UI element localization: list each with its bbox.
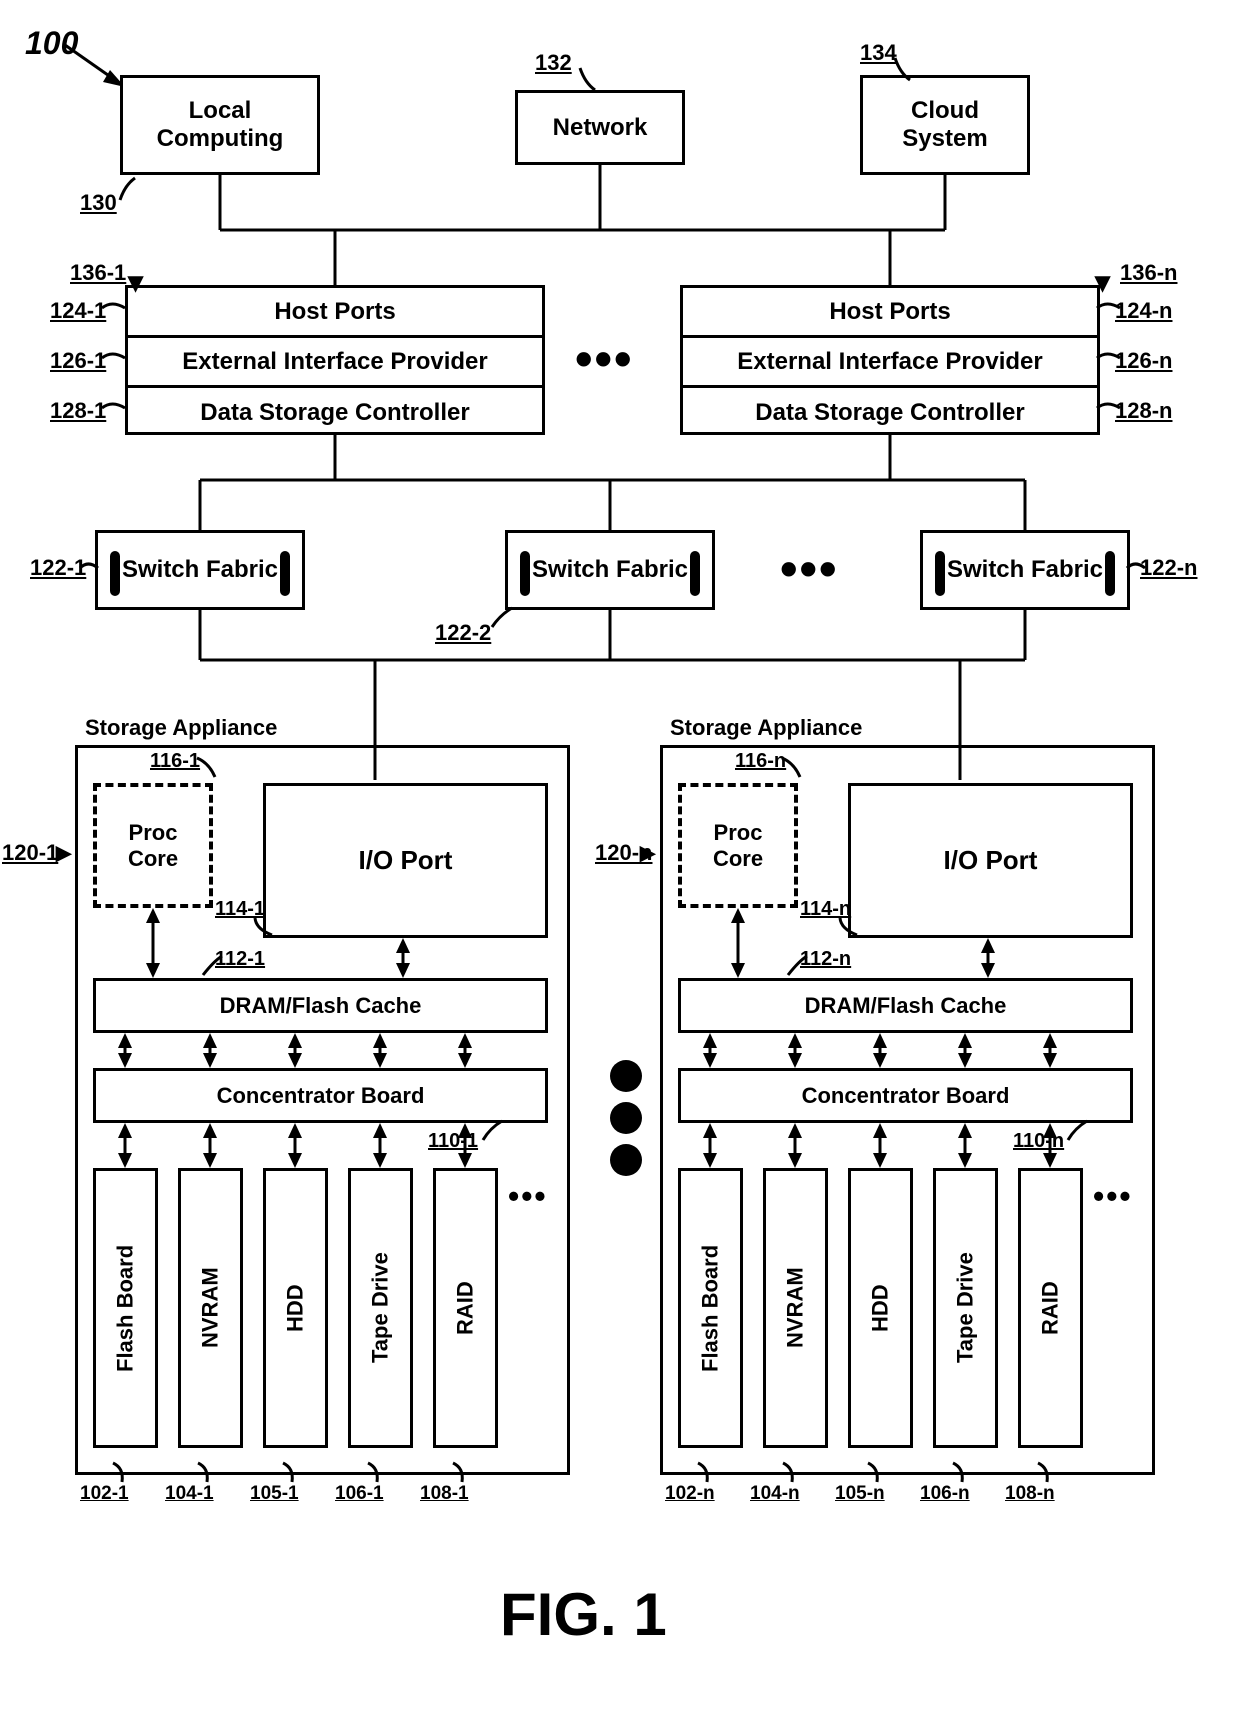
- ellipsis-switches: •••: [780, 540, 839, 598]
- controller-stack-n: Host Ports External Interface Provider D…: [680, 285, 1100, 435]
- ref-105-1: 105-1: [250, 1483, 299, 1505]
- diagram-container: 100 Local Computing Network Cloud System…: [20, 20, 1220, 1690]
- ref-110-1: 110-1: [428, 1130, 478, 1153]
- io-port-1: I/O Port: [263, 783, 548, 938]
- ref-116-n: 116-n: [735, 750, 786, 773]
- ref-105-n: 105-n: [835, 1483, 885, 1505]
- ref-122-n: 122-n: [1140, 555, 1197, 581]
- ref-122-2: 122-2: [435, 620, 491, 646]
- host-ports-1: Host Ports: [128, 288, 542, 338]
- appliance-title-1: Storage Appliance: [85, 715, 277, 741]
- ref-136-n: 136-n: [1120, 260, 1177, 286]
- concentrator-n: Concentrator Board: [678, 1068, 1133, 1123]
- host-ports-n: Host Ports: [683, 288, 1097, 338]
- switch-fabric-n: Switch Fabric: [920, 530, 1130, 610]
- ref-126-1: 126-1: [50, 348, 106, 374]
- proc-core-1: Proc Core: [93, 783, 213, 908]
- raid-n: RAID: [1018, 1168, 1083, 1448]
- ref-104-n: 104-n: [750, 1483, 800, 1505]
- ellipsis-storage-1: •••: [508, 1178, 548, 1215]
- nvram-n: NVRAM: [763, 1168, 828, 1448]
- tape-1: Tape Drive: [348, 1168, 413, 1448]
- cloud-system-box: Cloud System: [860, 75, 1030, 175]
- ellipsis-controllers: •••: [575, 330, 634, 388]
- switch-fabric-1: Switch Fabric: [95, 530, 305, 610]
- ext-if-1: External Interface Provider: [128, 338, 542, 388]
- ref-108-1: 108-1: [420, 1483, 469, 1505]
- ref-102-n: 102-n: [665, 1483, 715, 1505]
- network-box: Network: [515, 90, 685, 165]
- nvram-1: NVRAM: [178, 1168, 243, 1448]
- ref-108-n: 108-n: [1005, 1483, 1055, 1505]
- ref-116-1: 116-1: [150, 750, 200, 773]
- local-computing-box: Local Computing: [120, 75, 320, 175]
- ref-102-1: 102-1: [80, 1483, 129, 1505]
- storage-appliance-1: Proc Core I/O Port DRAM/Flash Cache Conc…: [75, 745, 570, 1475]
- ellipsis-storage-n: •••: [1093, 1178, 1133, 1215]
- ref-106-1: 106-1: [335, 1483, 384, 1505]
- concentrator-1: Concentrator Board: [93, 1068, 548, 1123]
- switch-fabric-2: Switch Fabric: [505, 530, 715, 610]
- ref-106-n: 106-n: [920, 1483, 970, 1505]
- ref-136-1: 136-1: [70, 260, 126, 286]
- io-port-n: I/O Port: [848, 783, 1133, 938]
- flash-board-n: Flash Board: [678, 1168, 743, 1448]
- dsc-1: Data Storage Controller: [128, 388, 542, 438]
- tape-n: Tape Drive: [933, 1168, 998, 1448]
- dsc-n: Data Storage Controller: [683, 388, 1097, 438]
- ref-128-1: 128-1: [50, 398, 106, 424]
- ref-130: 130: [80, 190, 117, 216]
- figure-caption: FIG. 1: [500, 1580, 667, 1649]
- ellipsis-appliances: [610, 1050, 642, 1186]
- cache-n: DRAM/Flash Cache: [678, 978, 1133, 1033]
- hdd-n: HDD: [848, 1168, 913, 1448]
- figure-ref: 100: [25, 25, 78, 62]
- ref-110-n: 110-n: [1013, 1130, 1064, 1153]
- ref-104-1: 104-1: [165, 1483, 214, 1505]
- storage-appliance-n: Proc Core I/O Port DRAM/Flash Cache Conc…: [660, 745, 1155, 1475]
- controller-stack-1: Host Ports External Interface Provider D…: [125, 285, 545, 435]
- hdd-1: HDD: [263, 1168, 328, 1448]
- ext-if-n: External Interface Provider: [683, 338, 1097, 388]
- flash-board-1: Flash Board: [93, 1168, 158, 1448]
- appliance-title-n: Storage Appliance: [670, 715, 862, 741]
- ref-124-1: 124-1: [50, 298, 106, 324]
- cache-1: DRAM/Flash Cache: [93, 978, 548, 1033]
- ref-120-1: 120-1: [2, 840, 58, 866]
- ref-132: 132: [535, 50, 572, 76]
- proc-core-n: Proc Core: [678, 783, 798, 908]
- raid-1: RAID: [433, 1168, 498, 1448]
